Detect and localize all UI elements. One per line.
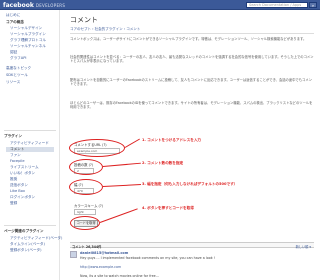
sidebar-item-activity-feed[interactable]: アクティビティフィード <box>10 141 49 146</box>
sidebar-item-like-box[interactable]: Like Box <box>10 189 25 193</box>
annotation-line <box>99 208 138 223</box>
top-bar: facebook DEVELOPERS Search Documentation … <box>0 0 320 10</box>
moderation-paragraph: ほとんどのユーザーは、既存のFacebookのIDを使ってコメントできます。サイ… <box>70 101 313 110</box>
sidebar-item-open-graph[interactable]: グラフ理解プロトコル <box>10 38 46 43</box>
sidebar-item-registration[interactable]: 登録 <box>10 201 17 206</box>
sidebar-item-social-plugins[interactable]: ソーシャルプラグイン <box>10 32 46 37</box>
sidebar-item-fan[interactable]: ファン <box>10 153 21 158</box>
breadcrumb[interactable]: コアのセプト › 社会的プラグイン › コメント <box>70 27 140 32</box>
sidebar-item-recommendations[interactable]: 推奨 <box>10 177 17 182</box>
sidebar-heading-plugins: プラグイン <box>4 134 22 138</box>
sidebar-item-authentication[interactable]: 認証 <box>10 50 17 55</box>
main-content: コメント コアのセプト › 社会的プラグイン › コメント コメントボックスは、… <box>62 10 320 280</box>
sort-dropdown[interactable]: 新しい順 ▾ <box>296 244 311 249</box>
logo-text: facebook <box>3 2 34 9</box>
annotation-line <box>102 162 141 167</box>
page-title: コメント <box>70 16 98 24</box>
search-icon[interactable]: ⌕ <box>309 2 317 8</box>
sidebar-item-timeline-beta[interactable]: タイムライン(ベータ) <box>10 242 45 247</box>
sidebar-item-graph-api[interactable]: グラフAPI <box>10 56 26 61</box>
sidebar-nav: はじめに コアの概念 ソーシャルデザイン ソーシャルプラグイン グラフ理解プロト… <box>0 10 62 280</box>
annotation-note-2: 2. コメント数の数を指定 <box>142 161 184 165</box>
color-scheme-label: カラースキーム (?) <box>74 204 103 208</box>
sidebar-item-social-design[interactable]: ソーシャルデザイン <box>10 26 42 31</box>
sidebar-item-getting-started[interactable]: はじめに <box>6 13 20 18</box>
sidebar-item-activity-feed-beta[interactable]: アクティビティフィード(ベータ) <box>10 236 62 241</box>
annotation-note-1: 1. コメントをつけるアドレスを入力 <box>142 138 202 142</box>
comment-count: コメント 26,344件 <box>72 244 102 249</box>
sidebar-item-subscribe-beta[interactable]: 登録ボタン(ベータ) <box>10 248 42 253</box>
annotation-oval <box>70 216 100 230</box>
sidebar-item-core-concepts[interactable]: コアの概念 <box>6 20 24 25</box>
facebook-developers-logo[interactable]: facebook DEVELOPERS <box>3 2 65 9</box>
annotation-oval <box>69 139 125 157</box>
sidebar-heading-page-plugins: ページ関連のプラグイン <box>4 229 44 233</box>
comments-header: コメント 26,344件 新しい順 ▾ <box>70 242 314 249</box>
avatar[interactable] <box>70 251 77 258</box>
logo-subtext: DEVELOPERS <box>35 3 66 8</box>
sidebar-item-login-button[interactable]: ログインボタン <box>10 195 35 200</box>
comment-link[interactable]: http://www.example.com <box>80 265 121 269</box>
annotation-note-4: 4. ボタンを押すとコードを取得 <box>142 206 194 210</box>
sidebar-item-send-button[interactable]: 送信ボタン <box>10 183 28 188</box>
relevance-paragraph: 社会的関連性はコメントを並べる：ユーザーの友人、友人の友人、最も活発なスレッドの… <box>70 55 314 64</box>
distribution-paragraph: 配布はコメントを自動的にユーザーのFacebookのストリームに投稿して、友人も… <box>70 78 312 87</box>
intro-paragraph: コメントボックスは、ユーザーがサイトにコメントができるソーシャルプラグインです。… <box>70 37 307 41</box>
sidebar-item-social-channels[interactable]: ソーシャルチャンネル <box>10 44 46 49</box>
color-scheme-select[interactable]: light <box>74 209 96 215</box>
search-input[interactable]: Search Documentation / Apps <box>246 2 308 8</box>
annotation-line <box>124 138 140 148</box>
comment-author[interactable]: daniel0815@hotmail.com <box>80 251 128 255</box>
sidebar-divider <box>4 225 56 226</box>
sidebar-item-resources[interactable]: リソース <box>6 80 20 85</box>
sidebar-item-facepile[interactable]: Facepile <box>10 159 25 163</box>
comment-text: Now, its a site to watch movies online f… <box>80 274 159 278</box>
sidebar-item-comments[interactable]: コメント <box>6 147 54 152</box>
sidebar-divider <box>4 130 56 131</box>
sidebar-item-like-button[interactable]: いいね！ボタン <box>10 171 35 176</box>
comment-text: Hey guys ... I implemented facebook comm… <box>80 256 216 260</box>
sidebar-item-live-stream[interactable]: ライブストリーム <box>10 165 39 170</box>
annotation-oval <box>69 179 103 195</box>
annotation-line <box>102 184 141 187</box>
annotation-note-3: 3. 幅を指定（何も入力しなければデフォルトの500です） <box>142 182 238 186</box>
sidebar-item-sdks-tools[interactable]: SDKとツール <box>6 73 28 78</box>
annotation-oval <box>69 159 103 175</box>
divider <box>70 33 314 34</box>
sidebar-item-advanced-topics[interactable]: 高度なトピック <box>6 66 31 71</box>
